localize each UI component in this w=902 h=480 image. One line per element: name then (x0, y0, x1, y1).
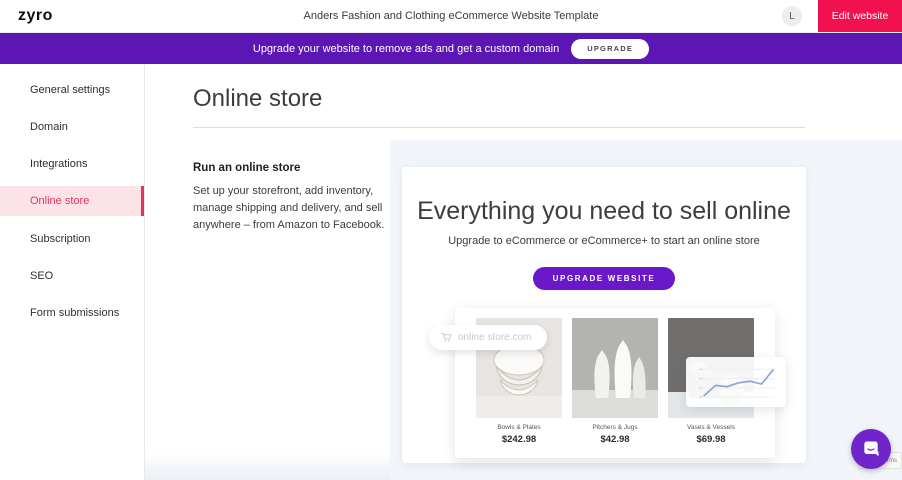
title-divider (193, 127, 805, 128)
chat-button[interactable] (851, 429, 891, 469)
sidebar-item-form-submissions[interactable]: Form submissions (0, 294, 144, 331)
domain-text: online store.com (458, 332, 531, 343)
app-window: zyro Anders Fashion and Clothing eCommer… (0, 0, 902, 480)
intro-description: Set up your storefront, add inventory, m… (193, 183, 411, 234)
sidebar-item-subscription[interactable]: Subscription (0, 220, 144, 257)
upgrade-banner: Upgrade your website to remove ads and g… (0, 33, 902, 64)
site-title: Anders Fashion and Clothing eCommerce We… (0, 10, 902, 22)
sales-chart-card (686, 357, 786, 407)
intro-text: Run an online store Set up your storefro… (193, 162, 411, 234)
upsell-subtitle: Upgrade to eCommerce or eCommerce+ to st… (402, 235, 806, 247)
sidebar-item-general-settings[interactable]: General settings (0, 71, 144, 108)
upsell-card: Everything you need to sell online Upgra… (402, 167, 806, 463)
product-name: Pitchers & Jugs (572, 424, 658, 431)
product-price: $242.98 (476, 434, 562, 445)
upgrade-website-button[interactable]: UPGRADE WEBSITE (533, 267, 676, 290)
main-content: Online store Run an online store Set up … (145, 64, 902, 480)
product-name: Vases & Vessels (668, 424, 754, 431)
top-bar: zyro Anders Fashion and Clothing eCommer… (0, 0, 902, 33)
chat-bubble-icon (861, 439, 881, 459)
product-price: $69.98 (668, 434, 754, 445)
sidebar-item-integrations[interactable]: Integrations (0, 145, 144, 182)
sales-chart-line (692, 361, 780, 403)
product-name: Bowls & Plates (476, 424, 562, 431)
settings-sidebar: General settings Domain Integrations Onl… (0, 64, 145, 480)
page-title: Online store (193, 85, 322, 113)
product-price: $42.98 (572, 434, 658, 445)
domain-pill: online store.com (429, 325, 547, 350)
intro-heading: Run an online store (193, 162, 411, 174)
product-image-pitchers (572, 318, 658, 418)
cart-icon (441, 332, 452, 343)
banner-upgrade-button[interactable]: UPGRADE (571, 39, 649, 59)
product-card: Pitchers & Jugs $42.98 (572, 318, 658, 458)
avatar[interactable]: L (782, 6, 802, 26)
banner-message: Upgrade your website to remove ads and g… (253, 43, 559, 55)
pitchers-illustration (572, 318, 658, 418)
bottom-gradient (145, 452, 390, 480)
sidebar-item-online-store[interactable]: Online store (0, 186, 144, 216)
edit-website-button[interactable]: Edit website (818, 0, 902, 32)
sidebar-item-domain[interactable]: Domain (0, 108, 144, 145)
upsell-heading: Everything you need to sell online (402, 197, 806, 226)
sidebar-item-seo[interactable]: SEO (0, 257, 144, 294)
